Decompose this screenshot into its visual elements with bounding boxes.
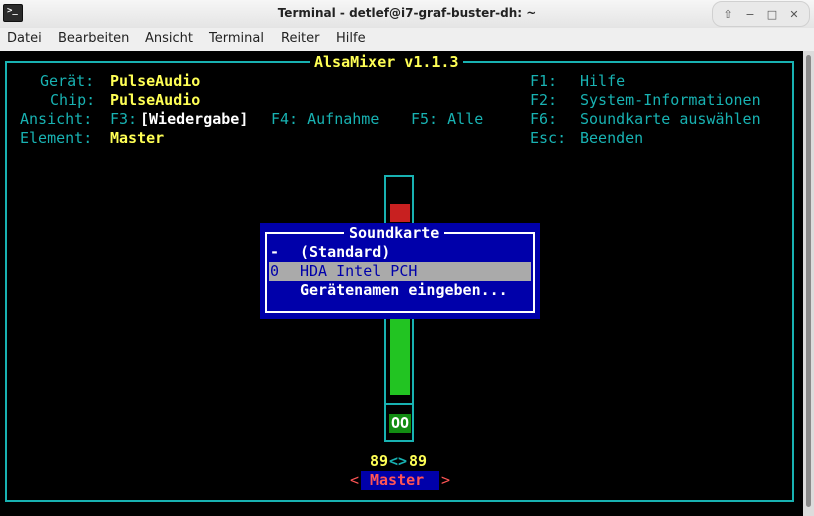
device-label: Gerät: bbox=[40, 72, 95, 90]
maximize-icon[interactable]: □ bbox=[763, 7, 781, 23]
help-f6-key: F6: bbox=[530, 110, 558, 128]
help-f1-key: F1: bbox=[530, 72, 558, 90]
dialog-option-key: 0 bbox=[270, 262, 280, 280]
menu-reiter[interactable]: Reiter bbox=[281, 31, 320, 46]
view-f4-capture[interactable]: F4: Aufnahme bbox=[271, 110, 379, 129]
menu-hilfe[interactable]: Hilfe bbox=[336, 31, 366, 46]
dialog-option-standard[interactable]: (Standard) bbox=[300, 243, 390, 262]
element-label: Element: bbox=[20, 129, 93, 147]
arrow-up-icon[interactable]: ⇧ bbox=[719, 7, 737, 23]
help-f6-text: Soundkarte auswählen bbox=[580, 110, 761, 128]
window-titlebar: >_ Terminal - detlef@i7-graf-buster-dh: … bbox=[0, 0, 814, 29]
dialog-option-hda-intel[interactable]: HDA Intel PCH bbox=[300, 262, 417, 281]
volume-bar-high bbox=[390, 204, 410, 222]
close-icon[interactable]: ✕ bbox=[785, 7, 803, 23]
view-f3-playback[interactable]: [Wiedergabe] bbox=[140, 110, 248, 129]
dialog-option-enter-name[interactable]: Gerätenamen eingeben... bbox=[300, 281, 508, 300]
view-f3-key: F3: bbox=[110, 110, 138, 128]
menu-datei[interactable]: Datei bbox=[7, 31, 42, 46]
menu-terminal[interactable]: Terminal bbox=[209, 31, 264, 46]
control-right-arrow: > bbox=[441, 471, 451, 489]
view-label: Ansicht: bbox=[20, 110, 93, 128]
volume-separator: <> bbox=[389, 452, 408, 470]
help-f2-key: F2: bbox=[530, 91, 558, 109]
minimize-icon[interactable]: − bbox=[741, 7, 759, 23]
dialog-option-key: - bbox=[270, 243, 280, 261]
volume-left-value: 89 bbox=[370, 452, 389, 470]
slider-divider bbox=[384, 403, 414, 405]
help-f2-text: System-Informationen bbox=[580, 91, 761, 109]
volume-right-value: 89 bbox=[409, 452, 428, 470]
help-f1-text: Hilfe bbox=[580, 72, 626, 90]
chip-value: PulseAudio bbox=[110, 91, 201, 109]
window-controls: ⇧ − □ ✕ bbox=[712, 1, 810, 27]
chip-label: Chip: bbox=[50, 91, 96, 109]
help-esc-key: Esc: bbox=[530, 129, 567, 147]
menu-ansicht[interactable]: Ansicht bbox=[145, 31, 193, 46]
alsamixer-title: AlsaMixer v1.1.3 bbox=[310, 53, 463, 72]
element-value: Master bbox=[110, 129, 165, 147]
soundcard-dialog-title: Soundkarte bbox=[344, 224, 445, 243]
scrollbar-thumb[interactable] bbox=[806, 55, 811, 507]
view-f5-all[interactable]: F5: Alle bbox=[411, 110, 483, 129]
control-name[interactable]: Master bbox=[370, 471, 424, 490]
mute-toggle[interactable]: OO bbox=[389, 414, 411, 433]
device-value: PulseAudio bbox=[110, 72, 201, 90]
menu-bearbeiten[interactable]: Bearbeiten bbox=[58, 31, 129, 46]
control-left-arrow: < bbox=[350, 471, 360, 489]
menubar: Datei Bearbeiten Ansicht Terminal Reiter… bbox=[0, 28, 814, 50]
scrollbar[interactable] bbox=[803, 51, 814, 516]
window-title: Terminal - detlef@i7-graf-buster-dh: ~ bbox=[277, 6, 537, 20]
volume-bar-fill bbox=[390, 318, 410, 395]
help-esc-text: Beenden bbox=[580, 129, 644, 147]
